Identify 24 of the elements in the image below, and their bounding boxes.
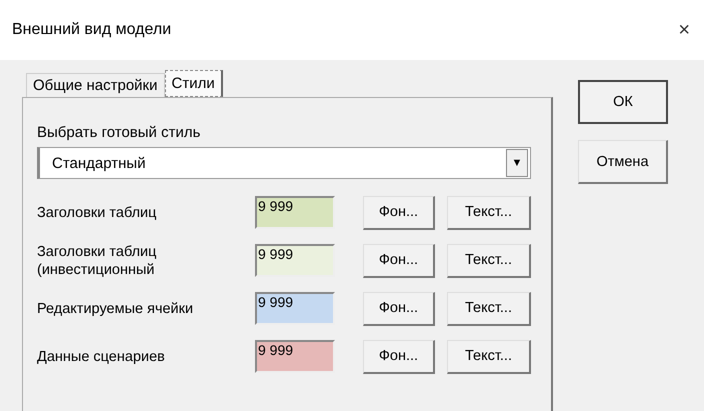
style-sample: 9 999	[255, 340, 335, 373]
style-label: Редактируемые ячейки	[37, 300, 194, 318]
style-sample: 9 999	[255, 196, 335, 229]
style-label: Заголовки таблиц	[37, 204, 158, 222]
text-button[interactable]: Текст...	[447, 340, 531, 374]
window-title: Внешний вид модели	[12, 21, 172, 39]
background-button[interactable]: Фон...	[363, 292, 435, 326]
background-button[interactable]: Фон...	[363, 340, 435, 374]
text-button[interactable]: Текст...	[447, 196, 531, 230]
style-picker-label: Выбрать готовый стиль	[37, 124, 202, 141]
tab[interactable]: Общие настройки	[26, 73, 164, 97]
style-dropdown[interactable]: Стандартный ▼	[37, 147, 531, 179]
background-button[interactable]: Фон...	[363, 196, 435, 230]
style-sample: 9 999	[255, 244, 335, 277]
dialog-button[interactable]: Отмена	[578, 140, 668, 184]
dialog-button[interactable]: ОК	[578, 80, 668, 124]
text-button[interactable]: Текст...	[447, 244, 531, 278]
close-button[interactable]: ×	[674, 18, 694, 42]
background-button[interactable]: Фон...	[363, 244, 435, 278]
text-button[interactable]: Текст...	[447, 292, 531, 326]
style-sample: 9 999	[255, 292, 335, 325]
style-label: Заголовки таблиц (инвестиционный	[37, 242, 158, 278]
tab[interactable]: Стили	[164, 70, 223, 97]
style-label: Данные сценариев	[37, 348, 166, 366]
